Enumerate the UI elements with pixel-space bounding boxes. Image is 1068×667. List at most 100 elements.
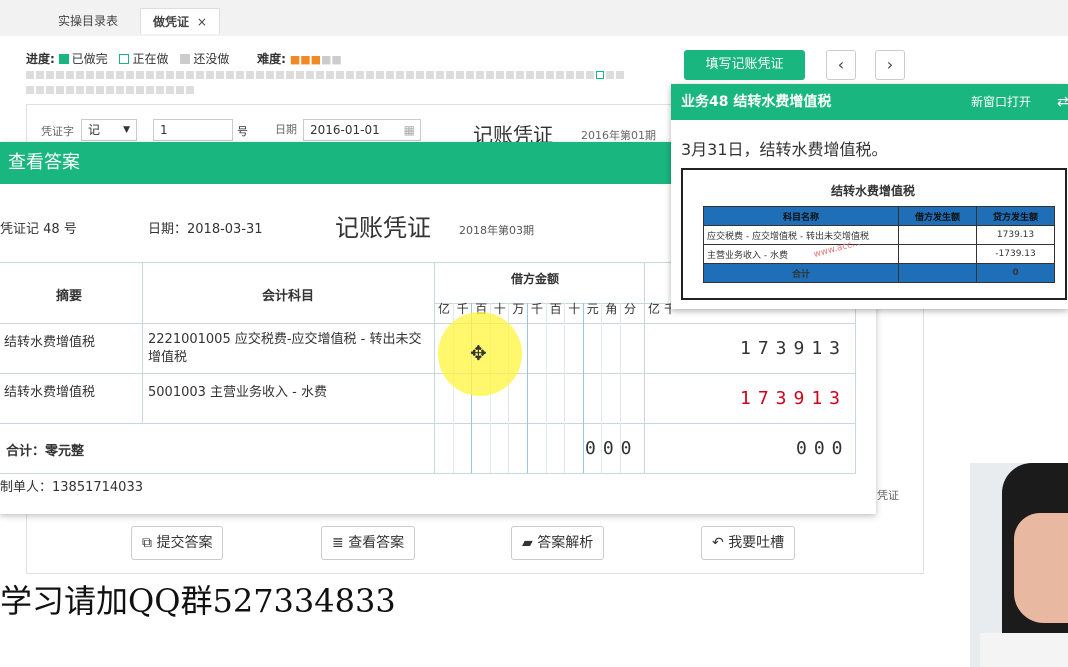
progress-dot[interactable] bbox=[146, 71, 154, 79]
progress-dot[interactable] bbox=[96, 86, 104, 94]
next-button[interactable]: › bbox=[875, 50, 905, 80]
progress-dot[interactable] bbox=[316, 71, 324, 79]
progress-dot[interactable] bbox=[536, 71, 544, 79]
feedback-button[interactable]: ↶ 我要吐槽 bbox=[701, 526, 796, 560]
progress-dot[interactable] bbox=[156, 86, 164, 94]
progress-dot[interactable] bbox=[76, 71, 84, 79]
progress-dot[interactable] bbox=[116, 86, 124, 94]
progress-dot[interactable] bbox=[446, 71, 454, 79]
progress-dot[interactable] bbox=[586, 71, 594, 79]
progress-dot[interactable] bbox=[26, 71, 34, 79]
progress-dot[interactable] bbox=[186, 71, 194, 79]
answer-analysis-button[interactable]: ▰ 答案解析 bbox=[511, 526, 605, 560]
progress-dot[interactable] bbox=[246, 71, 254, 79]
voucher-word-select[interactable]: 记 ▼ bbox=[81, 119, 137, 141]
progress-dot[interactable] bbox=[136, 71, 144, 79]
close-icon[interactable]: × bbox=[197, 15, 207, 29]
prev-button[interactable]: ‹ bbox=[826, 50, 856, 80]
progress-dot[interactable] bbox=[336, 71, 344, 79]
progress-dot[interactable] bbox=[156, 71, 164, 79]
progress-dot[interactable] bbox=[496, 71, 504, 79]
progress-dot[interactable] bbox=[476, 71, 484, 79]
progress-dot[interactable] bbox=[436, 71, 444, 79]
progress-dot[interactable] bbox=[456, 71, 464, 79]
progress-dot[interactable] bbox=[376, 71, 384, 79]
grid-line bbox=[644, 262, 645, 473]
progress-dot[interactable] bbox=[306, 71, 314, 79]
progress-dot[interactable] bbox=[526, 71, 534, 79]
progress-dot[interactable] bbox=[386, 71, 394, 79]
progress-dot[interactable] bbox=[126, 71, 134, 79]
progress-dot[interactable] bbox=[176, 86, 184, 94]
progress-dot[interactable] bbox=[126, 86, 134, 94]
progress-dot[interactable] bbox=[296, 71, 304, 79]
progress-dot[interactable] bbox=[366, 71, 374, 79]
progress-dot[interactable] bbox=[176, 71, 184, 79]
view-answer-button[interactable]: ≣ 查看答案 bbox=[321, 526, 416, 560]
progress-dot[interactable] bbox=[466, 71, 474, 79]
progress-dot[interactable] bbox=[56, 71, 64, 79]
progress-dot[interactable] bbox=[116, 71, 124, 79]
progress-dot[interactable] bbox=[96, 71, 104, 79]
progress-dot[interactable] bbox=[46, 86, 54, 94]
sheet-cell: 0 bbox=[976, 263, 1055, 283]
calendar-icon[interactable]: ▦ bbox=[404, 120, 415, 140]
progress-dot[interactable] bbox=[276, 71, 284, 79]
progress-dot[interactable] bbox=[406, 71, 414, 79]
fill-voucher-button[interactable]: 填写记账凭证 bbox=[684, 50, 805, 80]
todo-swatch-icon bbox=[180, 54, 191, 64]
tab-catalog[interactable]: 实操目录表 bbox=[46, 8, 130, 34]
sheet-cell: 1739.13 bbox=[976, 225, 1055, 245]
progress-dot[interactable] bbox=[56, 86, 64, 94]
progress-dot[interactable] bbox=[226, 71, 234, 79]
progress-dot[interactable] bbox=[76, 86, 84, 94]
progress-dot[interactable] bbox=[266, 71, 274, 79]
progress-dot[interactable] bbox=[36, 71, 44, 79]
open-new-window-link[interactable]: 新窗口打开 bbox=[971, 84, 1031, 120]
progress-dot[interactable] bbox=[346, 71, 354, 79]
progress-dot[interactable] bbox=[166, 71, 174, 79]
total-label: 合计：零元整 bbox=[6, 444, 85, 459]
swap-icon[interactable]: ⇄ bbox=[1057, 84, 1068, 120]
sheet-title: 结转水费增值税 bbox=[831, 184, 916, 198]
progress-dot[interactable] bbox=[606, 71, 614, 79]
progress-dot[interactable] bbox=[556, 71, 564, 79]
progress-dot[interactable] bbox=[146, 86, 154, 94]
progress-dot[interactable] bbox=[256, 71, 264, 79]
progress-dot[interactable] bbox=[206, 71, 214, 79]
progress-dot[interactable] bbox=[566, 71, 574, 79]
progress-dot[interactable] bbox=[546, 71, 554, 79]
progress-dot[interactable] bbox=[196, 71, 204, 79]
progress-dot[interactable] bbox=[86, 86, 94, 94]
progress-dot[interactable] bbox=[216, 71, 224, 79]
progress-dot[interactable] bbox=[66, 71, 74, 79]
date-input[interactable]: 2016-01-01 ▦ bbox=[303, 119, 421, 141]
progress-dot[interactable] bbox=[516, 71, 524, 79]
progress-dot[interactable] bbox=[136, 86, 144, 94]
progress-dot[interactable] bbox=[36, 86, 44, 94]
progress-dot[interactable] bbox=[576, 71, 584, 79]
progress-dot[interactable] bbox=[396, 71, 404, 79]
progress-dot[interactable] bbox=[66, 86, 74, 94]
progress-dot[interactable] bbox=[46, 71, 54, 79]
progress-dot[interactable] bbox=[286, 71, 294, 79]
progress-dot[interactable] bbox=[356, 71, 364, 79]
progress-dot[interactable] bbox=[236, 71, 244, 79]
submit-answer-button[interactable]: ⧉ 提交答案 bbox=[131, 526, 224, 560]
progress-dot[interactable] bbox=[616, 71, 624, 79]
progress-label: 进度: bbox=[26, 52, 55, 66]
progress-dot[interactable] bbox=[186, 86, 194, 94]
progress-dot[interactable] bbox=[486, 71, 494, 79]
progress-dot[interactable] bbox=[26, 86, 34, 94]
progress-dot[interactable] bbox=[106, 71, 114, 79]
progress-dot[interactable] bbox=[106, 86, 114, 94]
voucher-number-input[interactable]: 1 bbox=[153, 119, 233, 141]
progress-dot[interactable] bbox=[506, 71, 514, 79]
progress-dot[interactable] bbox=[166, 86, 174, 94]
progress-dot[interactable] bbox=[596, 71, 604, 79]
progress-dot[interactable] bbox=[426, 71, 434, 79]
tab-voucher[interactable]: 做凭证 × bbox=[140, 8, 220, 34]
progress-dot[interactable] bbox=[326, 71, 334, 79]
progress-dot[interactable] bbox=[86, 71, 94, 79]
progress-dot[interactable] bbox=[416, 71, 424, 79]
